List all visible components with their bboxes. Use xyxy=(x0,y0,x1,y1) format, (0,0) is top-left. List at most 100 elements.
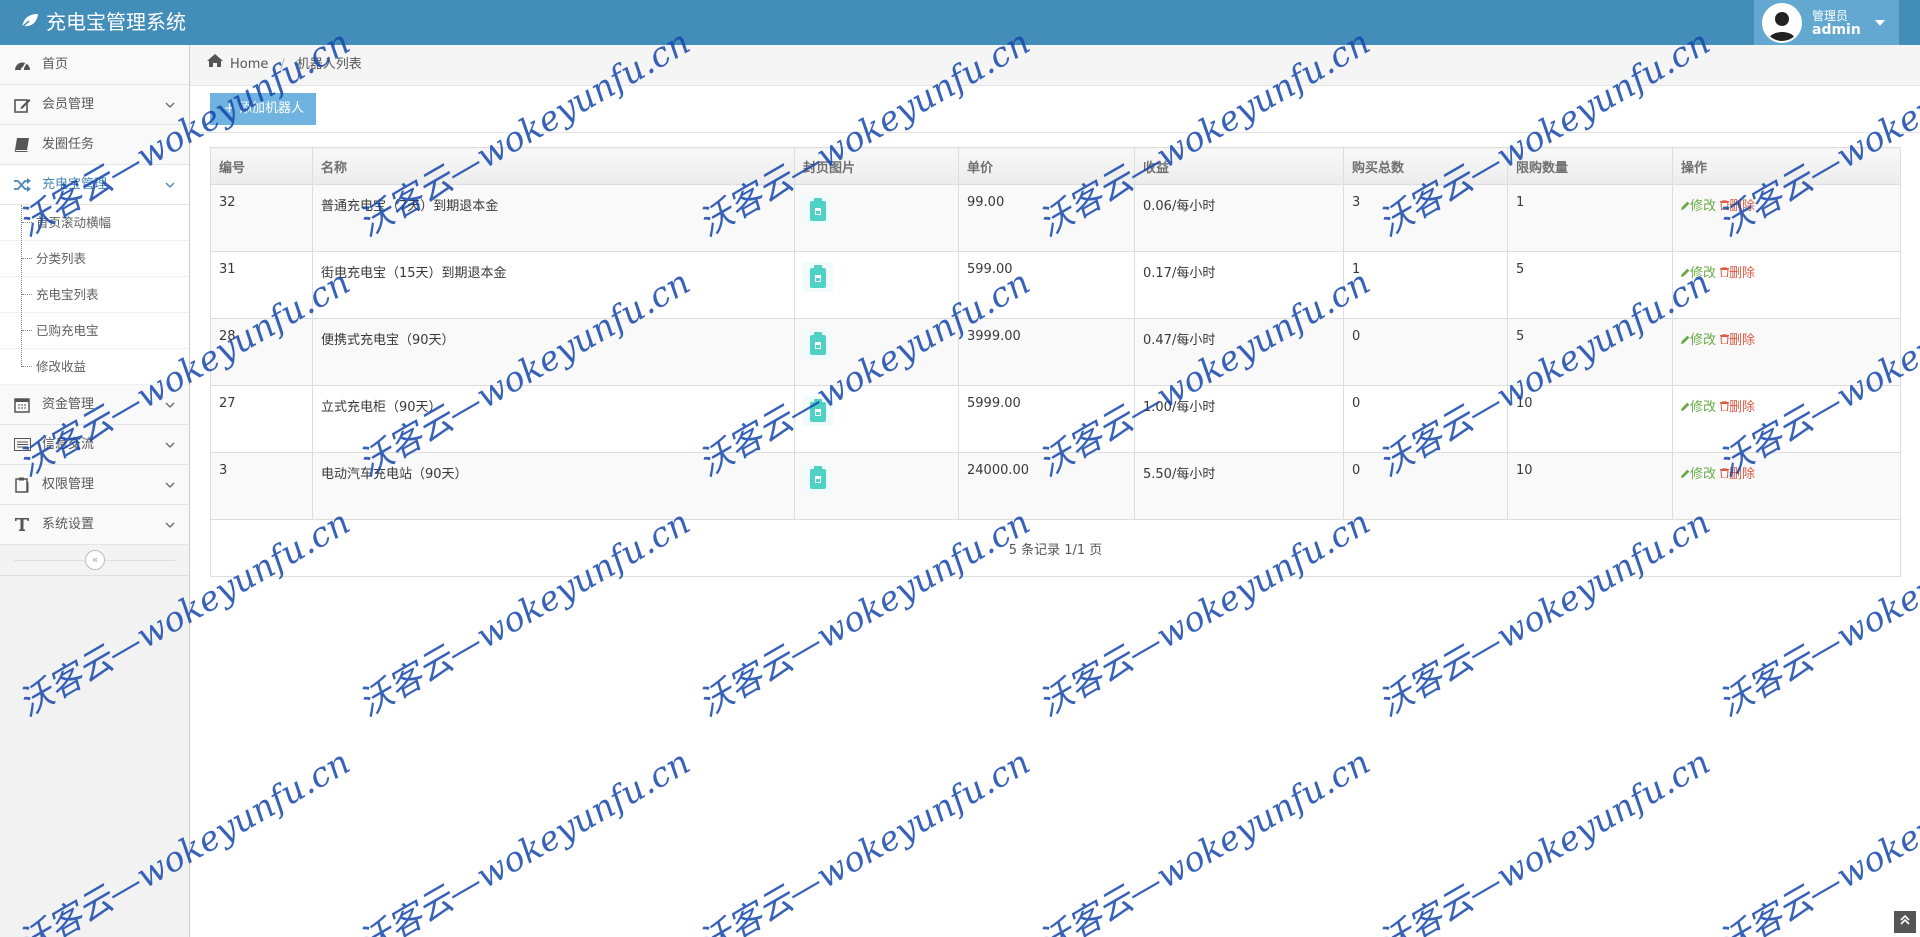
cell-price: 599.00 xyxy=(958,251,1135,319)
user-info: 管理员 admin xyxy=(1812,9,1861,37)
breadcrumb-home[interactable]: Home xyxy=(230,45,268,85)
delete-label: 删除 xyxy=(1729,199,1756,214)
cell-income: 0.06/每小时 xyxy=(1134,184,1344,252)
cell-price: 5999.00 xyxy=(958,385,1135,453)
app-brand[interactable]: 充电宝管理系统 xyxy=(20,0,186,45)
cell-cover xyxy=(794,385,959,453)
breadcrumb-separator: / xyxy=(280,57,285,72)
cell-total: 0 xyxy=(1343,385,1508,453)
table-row: 28 便携式充电宝（90天） 3999.00 0.47/每小时 0 5 修改 删除 xyxy=(210,318,1901,386)
chevron-down-icon xyxy=(165,425,175,464)
sidebar-item-members[interactable]: 会员管理 xyxy=(0,85,189,125)
cell-income: 0.17/每小时 xyxy=(1134,251,1344,319)
pencil-icon xyxy=(1681,268,1690,277)
robot-table: 编号 名称 封页图片 单价 收益 购买总数 限购数量 操作 32 普通充电宝（7… xyxy=(210,147,1901,577)
submenu-item-purchased[interactable]: 已购充电宝 xyxy=(0,313,189,349)
delete-link[interactable]: 删除 xyxy=(1720,199,1755,214)
trash-icon xyxy=(1720,266,1730,278)
sidebar-item-tasks[interactable]: 发圈任务 xyxy=(0,125,189,165)
double-angle-left-icon[interactable]: « xyxy=(85,550,105,570)
text-icon xyxy=(12,505,32,544)
chevron-up-icon xyxy=(165,165,175,204)
column-header-limit[interactable]: 限购数量 xyxy=(1507,147,1673,185)
pencil-icon xyxy=(1681,335,1690,344)
sidebar-item-settings[interactable]: 系统设置 xyxy=(0,505,189,545)
trash-icon xyxy=(1720,333,1730,345)
table-row: 27 立式充电柜（90天） 5999.00 1.00/每小时 0 10 修改 删除 xyxy=(210,385,1901,453)
calendar-icon xyxy=(12,385,32,424)
submenu-item-banner[interactable]: 首页滚动横幅 xyxy=(0,205,189,241)
sidebar-item-messages[interactable]: 信息交流 xyxy=(0,425,189,465)
cell-price: 99.00 xyxy=(958,184,1135,252)
delete-link[interactable]: 删除 xyxy=(1720,333,1755,348)
delete-label: 删除 xyxy=(1729,333,1756,348)
pagination-info: 5 条记录 1/1 页 xyxy=(210,519,1901,577)
cell-actions: 修改 删除 xyxy=(1672,452,1901,520)
cell-name: 普通充电宝（7天）到期退本金 xyxy=(312,184,795,252)
cell-name: 立式充电柜（90天） xyxy=(312,385,795,453)
column-header-income[interactable]: 收益 xyxy=(1134,147,1344,185)
sidebar-item-label: 首页 xyxy=(42,57,69,72)
cell-actions: 修改 删除 xyxy=(1672,318,1901,386)
battery-card-icon[interactable] xyxy=(803,262,833,296)
battery-card-icon[interactable] xyxy=(803,195,833,229)
pencil-icon xyxy=(1681,469,1690,478)
battery-card-icon[interactable] xyxy=(803,463,833,497)
cell-id: 3 xyxy=(210,452,313,520)
column-header-name[interactable]: 名称 xyxy=(312,147,795,185)
cell-cover xyxy=(794,184,959,252)
delete-link[interactable]: 删除 xyxy=(1720,467,1755,482)
user-name: admin xyxy=(1812,21,1861,38)
cell-total: 0 xyxy=(1343,318,1508,386)
breadcrumb: Home / 机器人列表 xyxy=(190,45,1920,86)
sidebar-item-powerbank[interactable]: 充电宝管理 xyxy=(0,165,189,205)
submenu-item-categories[interactable]: 分类列表 xyxy=(0,241,189,277)
submenu-item-powerbank-list[interactable]: 充电宝列表 xyxy=(0,277,189,313)
submenu-item-edit-income[interactable]: 修改收益 xyxy=(0,349,189,385)
scroll-to-top-button[interactable] xyxy=(1894,911,1916,933)
cell-name: 电动汽车充电站（90天） xyxy=(312,452,795,520)
edit-label: 修改 xyxy=(1690,266,1717,281)
cell-limit: 5 xyxy=(1507,318,1673,386)
cell-actions: 修改 删除 xyxy=(1672,184,1901,252)
battery-card-icon[interactable] xyxy=(803,396,833,430)
sidebar-item-permissions[interactable]: 权限管理 xyxy=(0,465,189,505)
cell-income: 0.47/每小时 xyxy=(1134,318,1344,386)
sidebar-item-finance[interactable]: 资金管理 xyxy=(0,385,189,425)
cell-id: 27 xyxy=(210,385,313,453)
caret-down-icon xyxy=(1874,15,1885,30)
user-menu[interactable]: 管理员 admin xyxy=(1754,0,1899,45)
sidebar-item-home[interactable]: 首页 xyxy=(0,45,189,85)
edit-icon xyxy=(12,85,32,124)
trash-icon xyxy=(1720,467,1730,479)
cell-limit: 1 xyxy=(1507,184,1673,252)
cell-actions: 修改 删除 xyxy=(1672,385,1901,453)
cell-cover xyxy=(794,318,959,386)
table-row: 31 街电充电宝（15天）到期退本金 599.00 0.17/每小时 1 5 修… xyxy=(210,251,1901,319)
column-header-id[interactable]: 编号 xyxy=(210,147,313,185)
main-content: Home / 机器人列表 + 添加机器人 编号 名称 封页图片 单价 收益 购买… xyxy=(190,45,1920,937)
column-header-total[interactable]: 购买总数 xyxy=(1343,147,1508,185)
user-role: 管理员 xyxy=(1812,8,1849,23)
edit-link[interactable]: 修改 xyxy=(1681,333,1716,348)
delete-link[interactable]: 删除 xyxy=(1720,266,1755,281)
edit-link[interactable]: 修改 xyxy=(1681,400,1716,415)
edit-label: 修改 xyxy=(1690,467,1717,482)
edit-link[interactable]: 修改 xyxy=(1681,266,1716,281)
column-header-cover[interactable]: 封页图片 xyxy=(794,147,959,185)
edit-label: 修改 xyxy=(1690,400,1717,415)
add-robot-button[interactable]: + 添加机器人 xyxy=(210,93,317,125)
cell-price: 24000.00 xyxy=(958,452,1135,520)
delete-label: 删除 xyxy=(1729,400,1756,415)
column-header-price[interactable]: 单价 xyxy=(958,147,1135,185)
home-icon xyxy=(206,45,224,85)
edit-link[interactable]: 修改 xyxy=(1681,467,1716,482)
delete-link[interactable]: 删除 xyxy=(1720,400,1755,415)
sidebar-collapse-bar: « xyxy=(0,545,189,576)
trash-icon xyxy=(1720,199,1730,211)
edit-link[interactable]: 修改 xyxy=(1681,199,1716,214)
cell-id: 28 xyxy=(210,318,313,386)
pagination-row: 5 条记录 1/1 页 xyxy=(210,519,1901,577)
delete-label: 删除 xyxy=(1729,467,1756,482)
battery-card-icon[interactable] xyxy=(803,329,833,363)
